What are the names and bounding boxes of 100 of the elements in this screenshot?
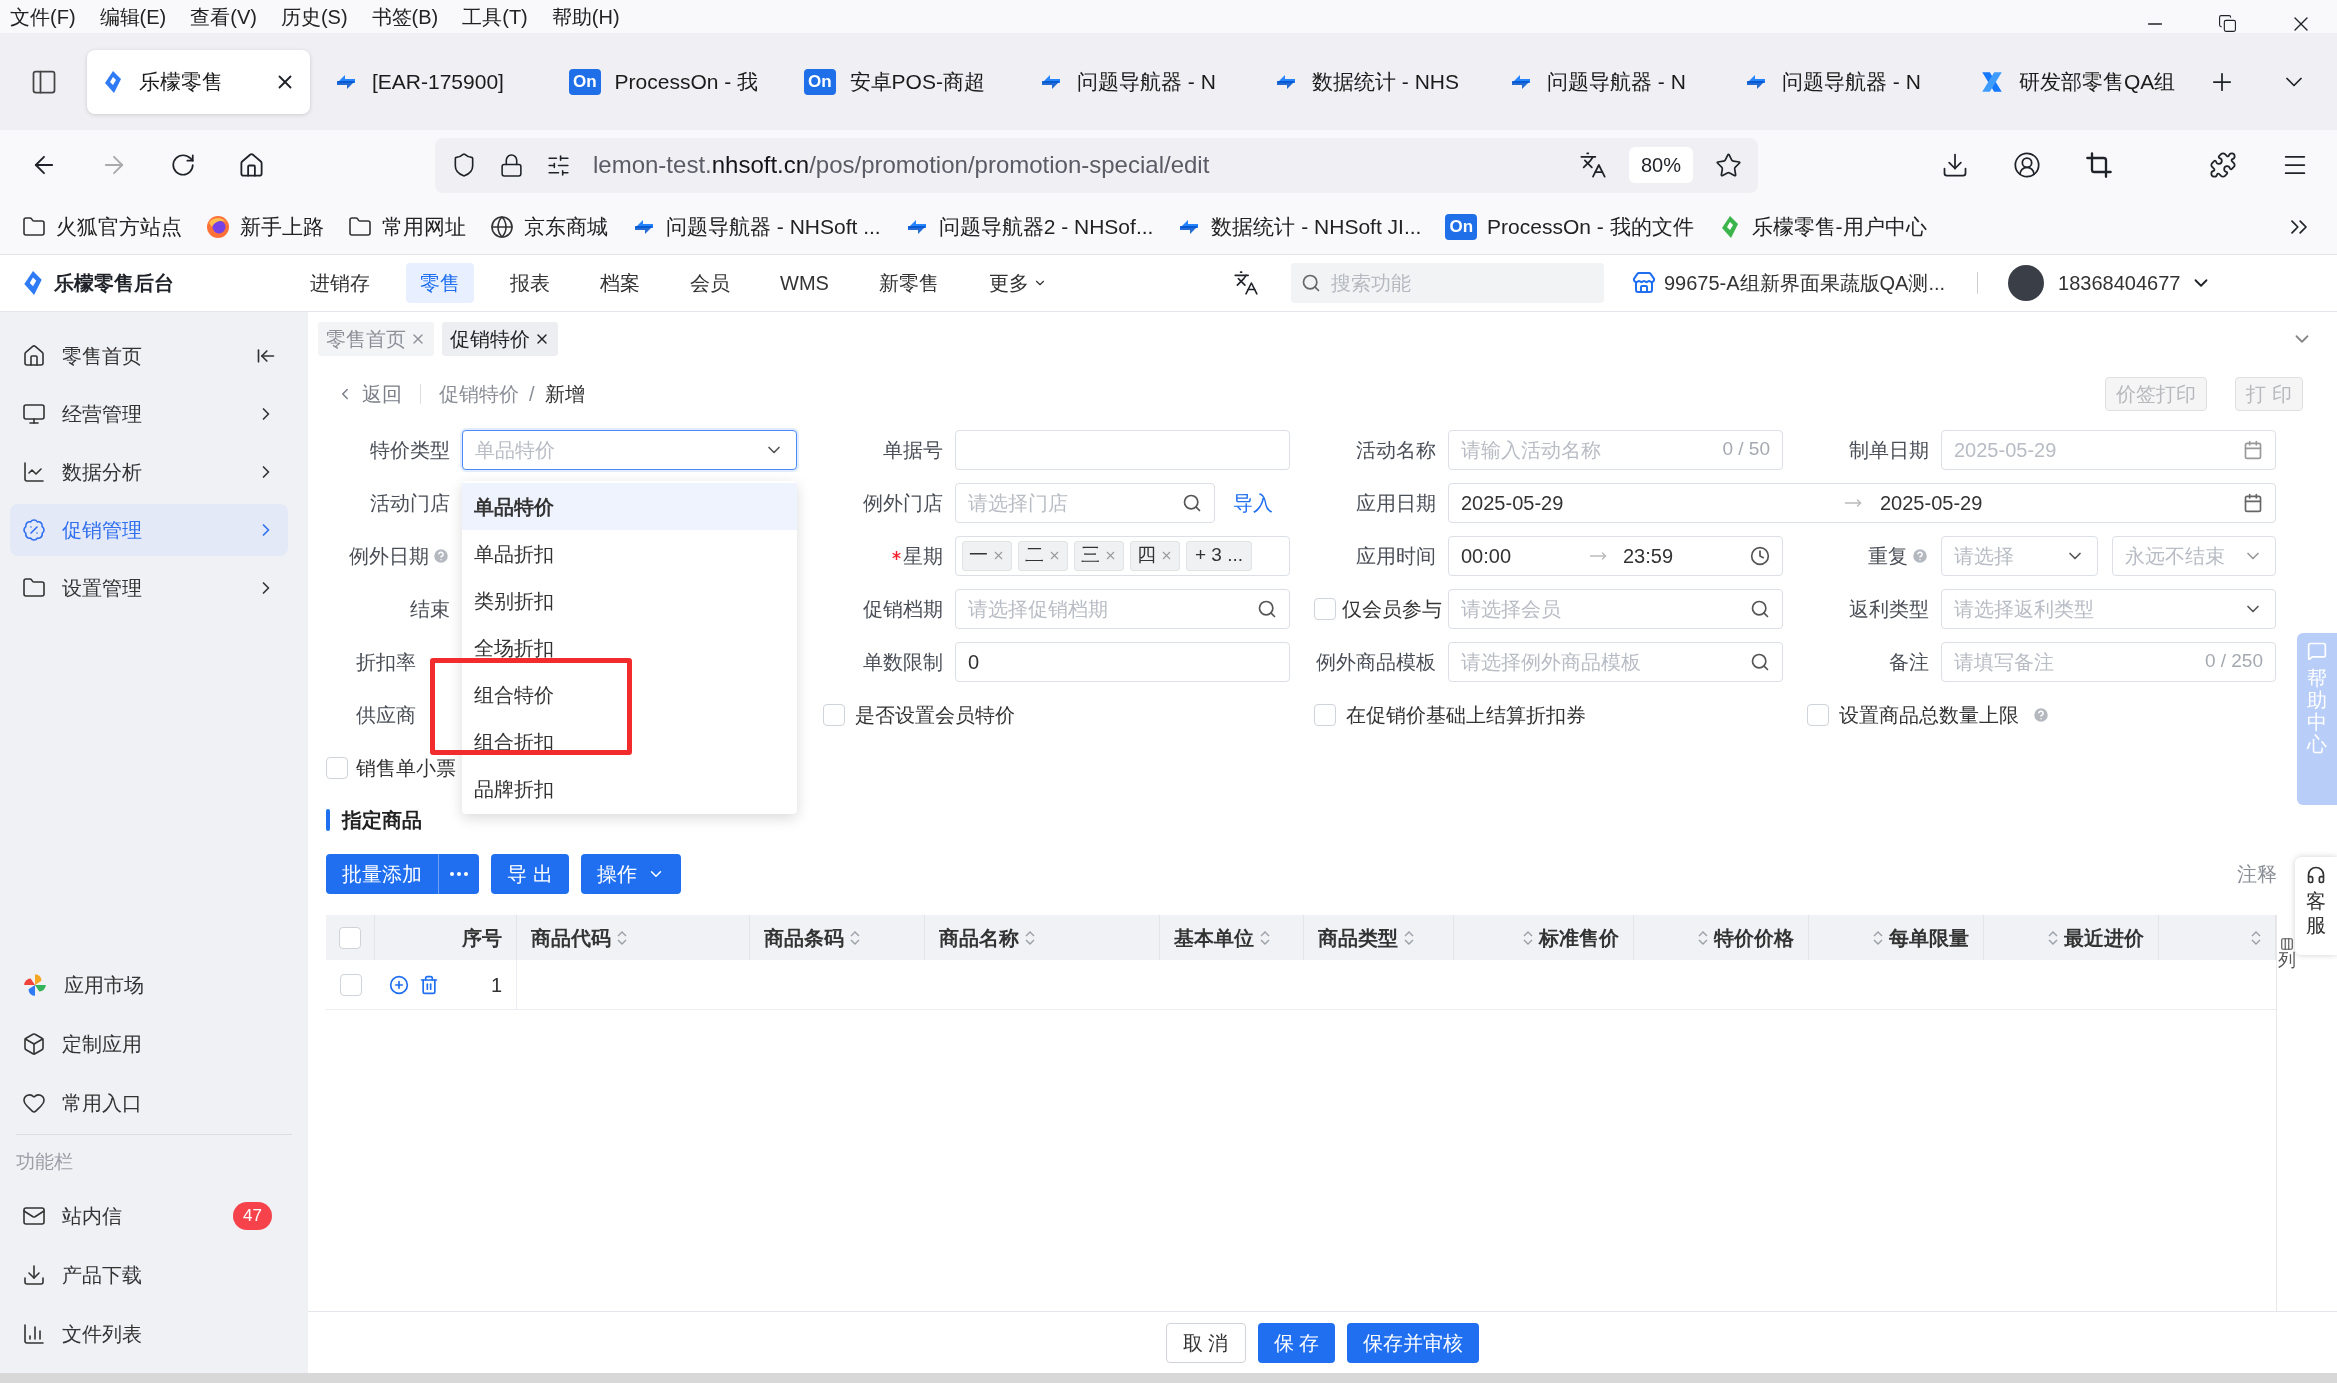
sidebar-item[interactable]: 零售首页 [10,330,288,382]
nav-tab[interactable]: 会员 [676,263,744,303]
bookmark[interactable]: 乐檬零售-用户中心 [1717,211,1927,243]
delete-icon[interactable] [419,974,439,995]
column-header[interactable]: 序号 [461,922,502,953]
date-range-field[interactable]: 2025-05-29 2025-05-29 [1448,482,2276,523]
column-header[interactable]: 商品代码 [530,922,611,953]
account-name[interactable]: 18368404677 [2058,268,2181,298]
sidebar-item[interactable]: 站内信 47 [10,1190,298,1242]
nav-tab[interactable]: 零售 [406,263,474,303]
dropdown-option[interactable]: 全场折扣 [462,624,797,671]
bookmark[interactable]: 京东商城 [490,211,608,243]
dropdown-option[interactable]: 品牌折扣 [462,765,797,812]
column-settings-button[interactable]: 列 [2277,937,2297,981]
menu-item[interactable]: 编辑(E) [99,1,167,32]
sidebar-item[interactable]: 促销管理 [10,504,288,556]
menu-item[interactable]: 查看(V) [190,1,257,32]
menu-item[interactable]: 工具(T) [462,1,528,32]
home-icon[interactable] [238,151,265,179]
sidebar-item[interactable]: 数据分析 [10,446,288,498]
collapse-icon[interactable] [256,346,276,366]
nav-tab[interactable]: 新零售 [864,263,953,303]
account-icon[interactable] [2013,151,2041,179]
checkbox[interactable] [1314,703,1336,726]
sidebar-item[interactable]: 经营管理 [10,388,288,440]
address-field[interactable]: lemon-test.nhsoft.cn/pos/promotion/promotion-special/edit 80% [435,137,1758,193]
more-menu[interactable]: 更多 [974,268,1061,298]
bookmark[interactable]: 问题导航器2 - NHSof... [904,211,1154,243]
store-name[interactable]: 99675-A组新界面果蔬版QA测... [1663,268,1946,298]
checkbox[interactable] [1314,597,1336,620]
translate-icon[interactable] [1232,270,1259,296]
nav-tab[interactable]: WMS [766,263,843,303]
bookmark[interactable]: 新手上路 [206,211,324,243]
add-row-icon[interactable] [389,974,409,995]
dropdown-option[interactable]: 组合特价 [462,671,797,718]
footer-button[interactable]: 取 消 [1165,1322,1246,1363]
customer-service-tab[interactable]: 客服 [2295,857,2337,955]
browser-tab[interactable]: 研发部零售QA组 [1965,49,2190,114]
bookmark-star-icon[interactable] [1715,151,1742,179]
zoom-level[interactable]: 80% [1628,147,1693,183]
column-header[interactable]: 商品条码 [763,922,844,953]
nav-tab[interactable]: 进销存 [296,263,384,303]
menu-item[interactable]: 书签(B) [371,1,439,32]
download-icon[interactable] [1941,151,1969,179]
crop-icon[interactable] [2085,151,2113,179]
checkbox[interactable] [326,756,348,779]
column-header[interactable]: 特价价格 [1714,922,1795,953]
menu-item[interactable]: 帮助(H) [551,1,620,32]
menu-item[interactable]: 文件(F) [10,1,76,32]
column-header[interactable]: 最近进价 [2064,922,2145,953]
menu-item[interactable]: 历史(S) [280,1,348,32]
time-range-field[interactable]: 00:00 23:59 [1448,535,1783,576]
browser-tab[interactable]: On 安卓POS-商超 [790,49,1015,114]
bookmark[interactable]: 常用网址 [348,211,466,243]
dropdown-option[interactable]: 单品折扣 [462,530,797,577]
restore-icon[interactable] [2218,14,2237,33]
back-link[interactable]: 返回 [336,379,402,409]
checkbox[interactable] [339,973,362,996]
checkbox[interactable] [1807,703,1829,726]
column-header[interactable]: 商品名称 [938,922,1019,953]
column-header[interactable]: 商品类型 [1318,922,1399,953]
sidebar-item[interactable]: 应用市场 [10,959,298,1011]
sidebar-item[interactable]: 设置管理 [10,562,288,614]
checkbox[interactable] [823,703,845,726]
browser-tab[interactable]: [EAR-175900] [320,49,545,114]
browser-tab[interactable]: 问题导航器 - N [1730,49,1955,114]
bookmark[interactable]: 问题导航器 - NHSoft ... [632,211,881,243]
translate-icon[interactable] [1578,151,1607,179]
footer-button[interactable]: 保存并审核 [1347,1322,1480,1363]
input-field[interactable]: 0 [955,641,1290,682]
page-tab[interactable]: 促销特价 [442,321,558,356]
browser-tab[interactable]: On ProcessOn - 我 [555,49,780,114]
dropdown-option[interactable]: 单品特价 [462,483,797,530]
reload-icon[interactable] [170,152,196,178]
column-header[interactable]: 每单限量 [1889,922,1970,953]
column-header[interactable]: 标准售价 [1539,922,1620,953]
bookmark[interactable]: 火狐官方站点 [22,211,182,243]
column-header[interactable]: 基本单位 [1173,922,1254,953]
bookmark[interactable]: 数据统计 - NHSoft JI... [1177,211,1422,243]
avatar[interactable] [2008,265,2045,301]
input-field[interactable] [955,429,1290,470]
sidebar-item[interactable]: 文件列表 [10,1308,298,1360]
nav-tab[interactable]: 报表 [496,263,564,303]
browser-tab[interactable]: 问题导航器 - N [1025,49,1250,114]
import-link[interactable]: 导入 [1233,487,1273,518]
operate-button[interactable]: 操作 [580,854,681,894]
browser-tab[interactable]: 乐檬零售 [87,49,310,114]
footer-button[interactable]: 保 存 [1257,1322,1336,1363]
more-button[interactable] [439,854,479,894]
browser-tab[interactable]: 问题导航器 - N [1495,49,1720,114]
nav-tab[interactable]: 档案 [586,263,654,303]
dropdown-option[interactable]: 类别折扣 [462,577,797,624]
browser-tab[interactable]: 数据统计 - NHS [1260,49,1485,114]
sidebar-item[interactable]: 定制应用 [10,1018,298,1070]
bookmark[interactable]: On ProcessOn - 我的文件 [1445,211,1694,243]
checkbox[interactable] [339,926,361,949]
export-button[interactable]: 导 出 [491,854,569,894]
extensions-icon[interactable] [2209,151,2237,179]
sidebar-item[interactable]: 常用入口 [10,1077,298,1129]
sidebar-item[interactable]: 产品下载 [10,1249,298,1301]
